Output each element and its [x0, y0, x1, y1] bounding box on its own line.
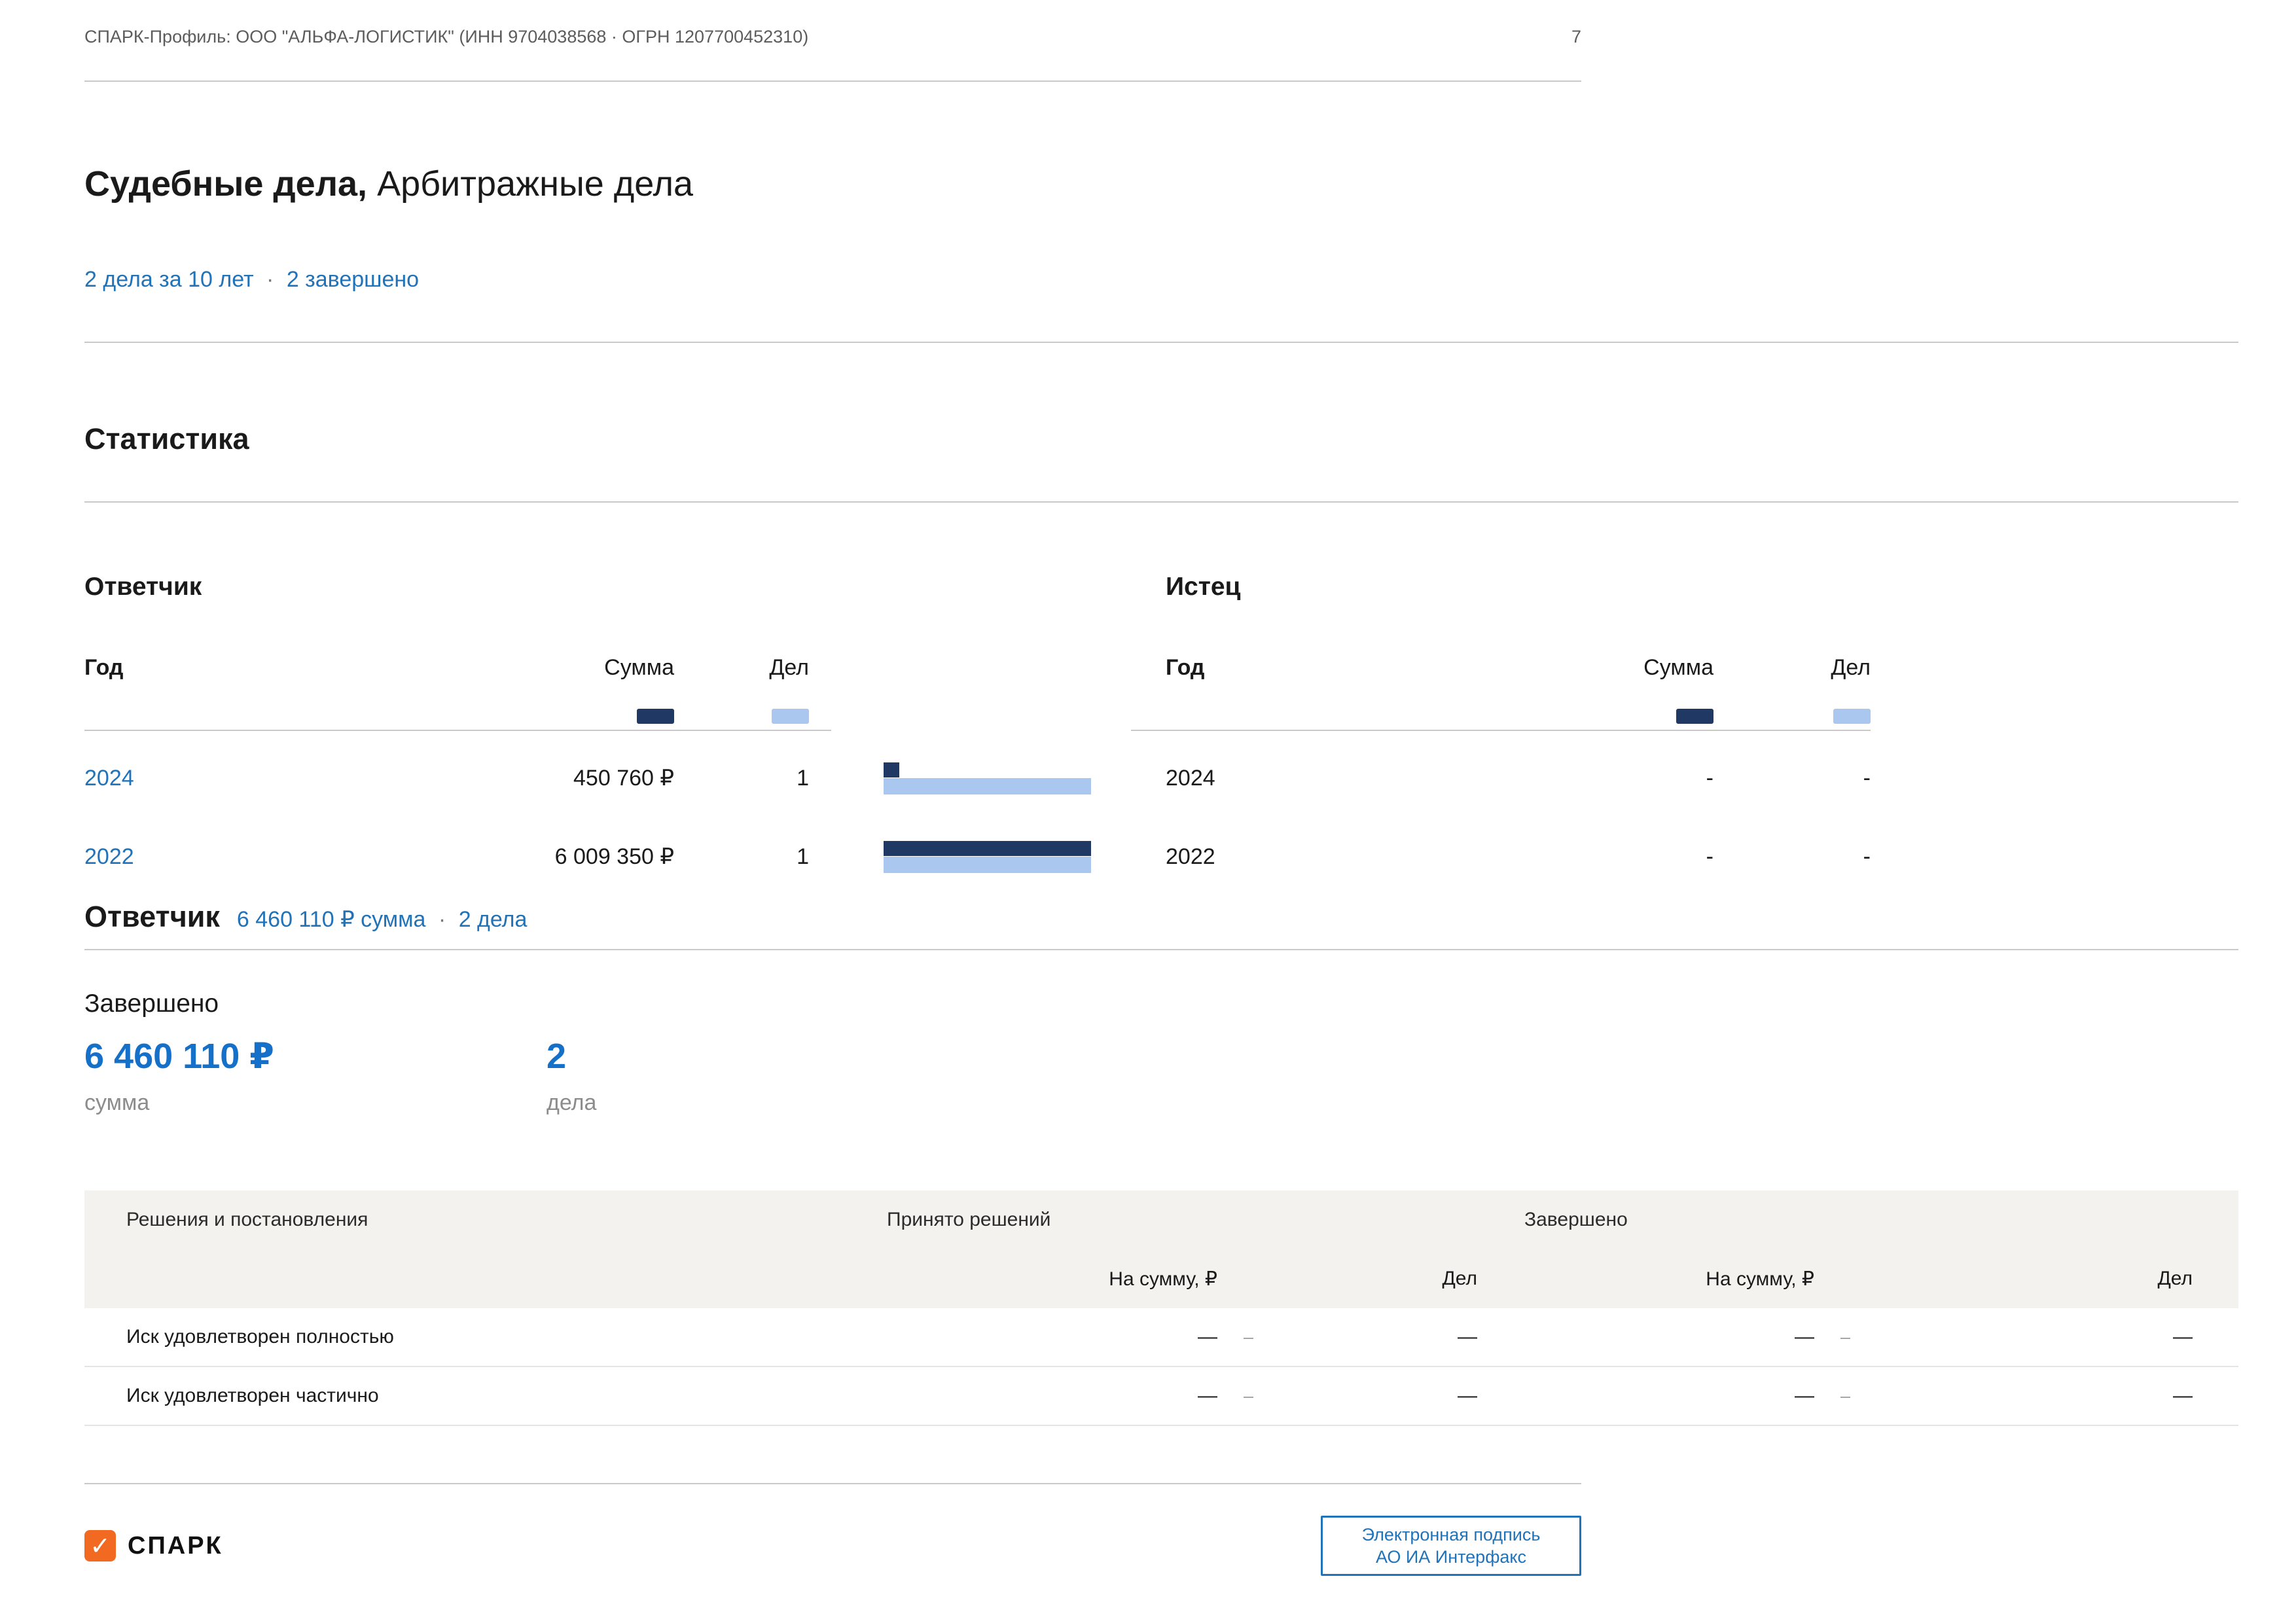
plaintiff-row-2024: 2024 - - [1131, 739, 1871, 817]
electronic-signature-stamp: Электронная подпись АО ИА Интерфакс [1321, 1516, 1581, 1576]
completed-sum-value: — [1477, 1326, 1814, 1348]
defendant-cases-value: 1 [674, 766, 831, 791]
cases-bar [884, 857, 1091, 873]
report-page: СПАРК-Профиль: ООО "АЛЬФА-ЛОГИСТИК" (ИНН… [0, 0, 2296, 1623]
completed-heading: Завершено [84, 988, 2296, 1020]
defendant-summary-heading: Ответчик [84, 899, 220, 935]
plaintiff-sum-value: - [1439, 766, 1713, 791]
plaintiff-heading: Истец [1131, 571, 1871, 603]
decisions-table-row: Иск удовлетворен частично — – — — – — [84, 1367, 2238, 1426]
title-main: Судебные дела, [84, 164, 367, 204]
defendant-summary: Ответчик 6 460 110 ₽ сумма · 2 дела [84, 899, 2296, 935]
footer-divider [84, 1483, 1581, 1484]
group-header-completed: Завершено [1524, 1209, 1628, 1231]
statistics-block: Ответчик Истец Год Сумма Дел Год Сумма Д… [84, 571, 2296, 896]
defendant-cases-link[interactable]: 2 дела [459, 907, 528, 932]
bar-group-2022 [884, 817, 1091, 896]
defendant-table-divider [84, 730, 831, 739]
spark-logo-text: СПАРК [128, 1532, 223, 1560]
plaintiff-year: 2022 [1166, 844, 1439, 870]
accepted-cases-value: — [1296, 1385, 1477, 1407]
plaintiff-row-2022: 2022 - - [1131, 817, 1871, 896]
cases-bar [884, 778, 1091, 794]
defendant-col-sum: Сумма [399, 655, 674, 681]
completed-cases-value: — [1893, 1326, 2193, 1348]
statistics-heading: Статистика [84, 421, 2296, 457]
case-summary-links: 2 дела за 10 лет · 2 завершено [84, 265, 2296, 294]
cases-legend-swatch-icon [1833, 709, 1871, 724]
section-divider [84, 342, 2238, 343]
plaintiff-col-cases: Дел [1713, 655, 1871, 681]
completed-sum-value: — [1477, 1385, 1814, 1407]
defendant-sum-value: 6 009 350 ₽ [399, 844, 674, 870]
group-header-accepted: Принято решений [887, 1209, 1050, 1231]
defendant-row-2024: 2024 450 760 ₽ 1 [84, 739, 831, 817]
col-completed-sum: На сумму, ₽ [1477, 1268, 1814, 1291]
decisions-table-row: Иск удовлетворен полностью — – — — – — [84, 1308, 2238, 1367]
defendant-year-link[interactable]: 2024 [84, 766, 134, 791]
col-completed-cases: Дел [1893, 1268, 2193, 1290]
spark-logo: ✓ СПАРК [84, 1530, 223, 1561]
bar-group-2024 [884, 739, 1091, 817]
document-header: СПАРК-Профиль: ООО "АЛЬФА-ЛОГИСТИК" (ИНН… [84, 26, 1581, 48]
checkmark-icon: ✓ [84, 1530, 116, 1561]
sum-bar [884, 762, 899, 777]
col-accepted-cases: Дел [1296, 1268, 1477, 1290]
separator-dot: · [260, 267, 280, 292]
decisions-table: Решения и постановления Принято решений … [84, 1190, 2238, 1426]
defendant-sum-value: 450 760 ₽ [399, 765, 674, 791]
completed-values: 6 460 110 ₽ 2 [84, 1035, 2296, 1077]
defendant-year-link[interactable]: 2022 [84, 844, 134, 869]
completed-labels: сумма дела [84, 1090, 2296, 1116]
signature-line2: АО ИА Интерфакс [1376, 1546, 1526, 1568]
completed-sum-label: сумма [84, 1090, 547, 1116]
page-number: 7 [1571, 26, 1581, 48]
summary-divider [84, 949, 2238, 950]
plaintiff-cases-value: - [1713, 766, 1871, 791]
completed-cases-value: 2 [547, 1035, 2296, 1077]
decisions-table-header: Решения и постановления Принято решений … [84, 1190, 2238, 1308]
group-header-decisions: Решения и постановления [126, 1209, 368, 1231]
completed-cases-value: — [1893, 1385, 2193, 1407]
sum-legend-swatch-icon [1676, 709, 1713, 724]
accepted-sum-note: – [1217, 1386, 1296, 1406]
statistics-divider [84, 501, 2238, 503]
plaintiff-col-sum: Сумма [1439, 655, 1713, 681]
completed-sum-note: – [1814, 1327, 1893, 1347]
completed-cases-label: дела [547, 1090, 2296, 1116]
sum-legend-swatch-icon [637, 709, 674, 724]
defendant-col-cases: Дел [674, 655, 831, 681]
plaintiff-table-divider [1131, 730, 1871, 739]
header-divider [84, 80, 1581, 82]
defendant-cases-value: 1 [674, 844, 831, 870]
accepted-sum-value: — [870, 1326, 1217, 1348]
plaintiff-col-year: Год [1166, 655, 1439, 681]
finished-count-link[interactable]: 2 завершено [287, 267, 419, 292]
plaintiff-cases-value: - [1713, 844, 1871, 870]
footer: ✓ СПАРК Электронная подпись АО ИА Интерф… [84, 1516, 1581, 1576]
completed-sum-note: – [1814, 1386, 1893, 1406]
completed-sum-value: 6 460 110 ₽ [84, 1035, 547, 1077]
sum-bar [884, 841, 1091, 856]
cases-legend-swatch-icon [772, 709, 809, 724]
plaintiff-year: 2024 [1166, 766, 1439, 791]
col-accepted-sum: На сумму, ₽ [870, 1268, 1217, 1291]
accepted-cases-value: — [1296, 1326, 1477, 1348]
decision-label: Иск удовлетворен полностью [84, 1326, 870, 1348]
defendant-row-2022: 2022 6 009 350 ₽ 1 [84, 817, 831, 896]
cases-count-link[interactable]: 2 дела за 10 лет [84, 267, 254, 292]
page-title: Судебные дела, Арбитражные дела [84, 162, 2296, 205]
decision-label: Иск удовлетворен частично [84, 1385, 870, 1407]
signature-line1: Электронная подпись [1362, 1524, 1541, 1546]
accepted-sum-note: – [1217, 1327, 1296, 1347]
defendant-heading: Ответчик [84, 571, 831, 603]
accepted-sum-value: — [870, 1385, 1217, 1407]
plaintiff-sum-value: - [1439, 844, 1713, 870]
title-sub: Арбитражные дела [367, 164, 693, 204]
separator-dot: · [432, 907, 452, 932]
defendant-sum-link[interactable]: 6 460 110 ₽ сумма [237, 907, 426, 932]
defendant-col-year: Год [84, 655, 399, 681]
profile-title: СПАРК-Профиль: ООО "АЛЬФА-ЛОГИСТИК" (ИНН… [84, 26, 808, 48]
